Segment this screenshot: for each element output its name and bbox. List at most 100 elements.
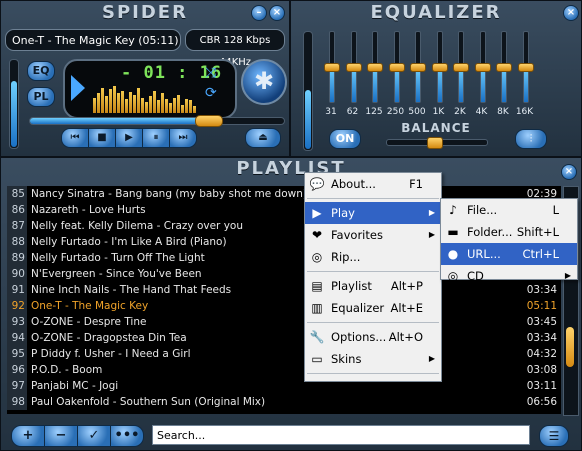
eq-band-handle[interactable] — [388, 63, 405, 72]
volume-slider[interactable] — [9, 59, 19, 149]
seek-bar[interactable] — [29, 115, 285, 127]
menu-separator — [307, 198, 439, 199]
player-title: SPIDER — [102, 2, 188, 23]
equalizer-close-button[interactable]: × — [563, 5, 579, 21]
eq-band-2K[interactable]: 2K — [450, 29, 470, 119]
playlist-close-button[interactable]: × — [561, 164, 577, 180]
play-state-icon — [71, 75, 85, 101]
search-input[interactable] — [152, 425, 530, 445]
track-duration: 05:11 — [526, 300, 557, 312]
menu-item-playlist[interactable]: ▤ Playlist Alt+P — [305, 275, 441, 297]
pause-button[interactable]: ⏸ — [143, 129, 170, 147]
equalizer-icon: ▥ — [311, 301, 323, 315]
eq-band-fill — [480, 67, 485, 102]
playlist-row[interactable]: 94 O-ZONE - Dragopstea Din Tea 03:34 — [7, 330, 561, 346]
menu-item-equalizer[interactable]: ▥ Equalizer Alt+E — [305, 297, 441, 319]
spectrum-bar — [181, 104, 184, 113]
spider-logo-icon: ✱ — [241, 59, 287, 105]
eq-band-62[interactable]: 62 — [343, 29, 363, 119]
eject-button[interactable]: ⏏ — [245, 128, 281, 148]
eq-band-handle[interactable] — [345, 63, 362, 72]
playlist-row[interactable]: 98 Paul Oakenfold - Southern Sun (Origina… — [7, 394, 561, 410]
eq-band-handle[interactable] — [453, 63, 469, 72]
menu-separator — [307, 322, 439, 323]
spectrum-bar — [185, 99, 188, 113]
playlist-toggle-button[interactable]: PL — [27, 87, 55, 107]
menu-item-play[interactable]: ▶ Play ▶ — [305, 202, 441, 224]
eq-presets-button[interactable]: ⫶ — [515, 129, 547, 149]
balance-handle[interactable] — [427, 137, 443, 149]
track-duration: 03:34 — [526, 332, 557, 344]
spectrum-bar — [101, 87, 104, 113]
menu-item-cd[interactable]: ◎ CD ▶ — [441, 265, 577, 287]
seek-handle[interactable] — [194, 115, 223, 127]
eq-band-handle[interactable] — [474, 63, 491, 72]
eq-band-16K[interactable]: 16K — [515, 29, 535, 119]
submenu-arrow-icon: ▶ — [428, 230, 435, 239]
menu-item-folder[interactable]: ▬ Folder... Shift+L — [441, 221, 577, 243]
track-title: Nelly Furtado - Turn Off The Light — [31, 252, 205, 264]
folder-icon: ▬ — [447, 225, 459, 239]
menu-item-rip[interactable]: ◎ Rip... — [305, 246, 441, 268]
eq-band-8K[interactable]: 8K — [493, 29, 513, 119]
transport-controls: ⏮ ■ ▶ ⏸ ⏭ — [61, 128, 197, 148]
eq-band-4K[interactable]: 4K — [472, 29, 492, 119]
eq-band-handle[interactable] — [496, 63, 512, 72]
equalizer-title: EQUALIZER — [370, 2, 502, 23]
spectrum-bar — [161, 93, 164, 113]
play-button[interactable]: ▶ — [116, 129, 143, 147]
eq-band-handle[interactable] — [431, 63, 448, 72]
eq-on-button[interactable]: ON — [329, 129, 361, 149]
select-button[interactable]: ✓ — [78, 426, 111, 446]
scrollbar-thumb[interactable] — [566, 327, 574, 367]
close-button[interactable]: × — [269, 5, 285, 21]
eq-band-handle[interactable] — [410, 63, 426, 72]
eq-band-label: 16K — [515, 107, 534, 117]
balance-slider[interactable] — [386, 137, 488, 149]
menu-item-shortcut: Ctrl+L — [522, 247, 559, 261]
eq-band-31[interactable]: 31 — [321, 29, 341, 119]
list-options-button[interactable]: ☰ — [539, 425, 569, 447]
eq-band-handle[interactable] — [324, 63, 340, 72]
heart-icon: ❤ — [311, 228, 323, 242]
minimize-button[interactable]: – — [251, 5, 267, 21]
next-button[interactable]: ⏭ — [170, 129, 196, 147]
playlist-row[interactable]: 96 P.O.D. - Boom 03:08 — [7, 362, 561, 378]
cd-icon: ◎ — [311, 250, 323, 264]
menu-item-skins[interactable]: ▭ Skins ▶ — [305, 348, 441, 370]
spectrum-bar — [97, 93, 100, 113]
track-duration: 03:08 — [526, 364, 557, 376]
spectrum-bar — [93, 97, 96, 113]
eq-band-250[interactable]: 250 — [386, 29, 406, 119]
playlist-row[interactable]: 95 P Diddy f. Usher - I Need a Girl 04:32 — [7, 346, 561, 362]
eq-band-500[interactable]: 500 — [407, 29, 427, 119]
menu-item-shortcut: Alt+O — [388, 330, 423, 344]
menu-item-options[interactable]: 🔧 Options... Alt+O — [305, 326, 441, 348]
spectrum-bar — [153, 90, 156, 113]
menu-item-url[interactable]: ● URL... Ctrl+L — [441, 243, 577, 265]
spectrum-bar — [149, 96, 152, 113]
spectrum-bar — [177, 94, 180, 113]
remove-button[interactable]: − — [45, 426, 78, 446]
previous-button[interactable]: ⏮ — [62, 129, 89, 147]
menu-item-exit[interactable]: ✕ Exit — [305, 377, 441, 399]
eq-band-1K[interactable]: 1K — [429, 29, 449, 119]
eq-band-handle[interactable] — [367, 63, 383, 72]
playlist-row[interactable]: 93 O-ZONE - Despre Tine 03:45 — [7, 314, 561, 330]
add-button[interactable]: + — [12, 426, 45, 446]
eq-toggle-button[interactable]: EQ — [27, 61, 55, 81]
menu-item-file[interactable]: ♪ File... L — [441, 199, 577, 221]
playlist-row[interactable]: 97 Panjabi MC - Jogi 03:11 — [7, 378, 561, 394]
stop-button[interactable]: ■ — [89, 129, 116, 147]
eq-band-125[interactable]: 125 — [364, 29, 384, 119]
menu-item-about[interactable]: 💬 About... F1 — [305, 173, 441, 195]
playlist-row[interactable]: 92 One-T - The Magic Key 05:11 — [7, 298, 561, 314]
menu-item-favorites[interactable]: ❤ Favorites ▶ — [305, 224, 441, 246]
spider-player-panel: SPIDER – × One-T - The Magic Key (05:11)… — [0, 0, 290, 157]
equalizer-panel: EQUALIZER × 31 62 125 250 500 1K 2K 4K 8K 16K ON … — [290, 0, 582, 157]
preamp-slider[interactable] — [303, 31, 313, 151]
shuffle-icon[interactable]: ⤨ — [205, 65, 216, 81]
repeat-icon[interactable]: ⟳ — [205, 85, 217, 101]
eq-band-handle[interactable] — [517, 63, 534, 72]
misc-button[interactable]: ••• — [111, 426, 143, 446]
